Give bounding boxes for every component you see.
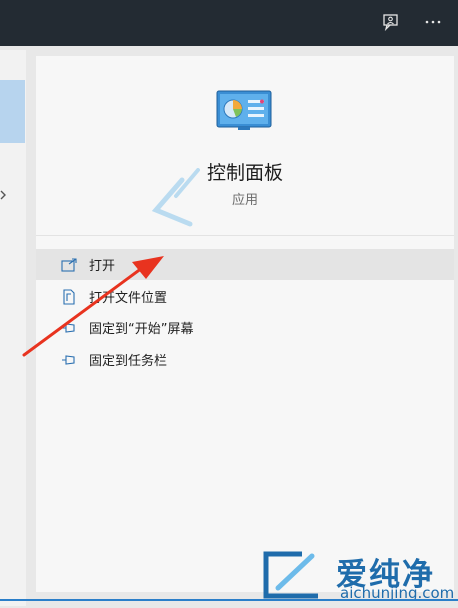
folder-location-icon [60,288,78,306]
menu-item-label: 固定到任务栏 [89,354,168,369]
pin-taskbar-icon [60,351,78,369]
menu-item-label: 打开文件位置 [89,291,168,306]
menu-item-pin-to-start[interactable]: 固定到“开始”屏幕 [36,312,454,343]
chevron-right-icon[interactable] [0,185,8,200]
menu-item-open[interactable]: 打开 [36,249,454,280]
selected-result-item[interactable] [0,80,25,143]
pin-start-icon [60,319,78,337]
more-options-icon[interactable] [420,9,446,35]
bottom-accent-line [0,599,458,601]
watermark-logo-faint [150,100,270,230]
open-icon [60,256,78,274]
menu-item-label: 固定到“开始”屏幕 [89,322,194,337]
feedback-icon[interactable] [378,9,404,35]
divider [36,235,454,236]
menu-item-open-file-location[interactable]: 打开文件位置 [36,281,454,312]
menu-item-pin-to-taskbar[interactable]: 固定到任务栏 [36,344,454,375]
menu-item-label: 打开 [89,259,116,274]
top-bar [0,0,458,46]
